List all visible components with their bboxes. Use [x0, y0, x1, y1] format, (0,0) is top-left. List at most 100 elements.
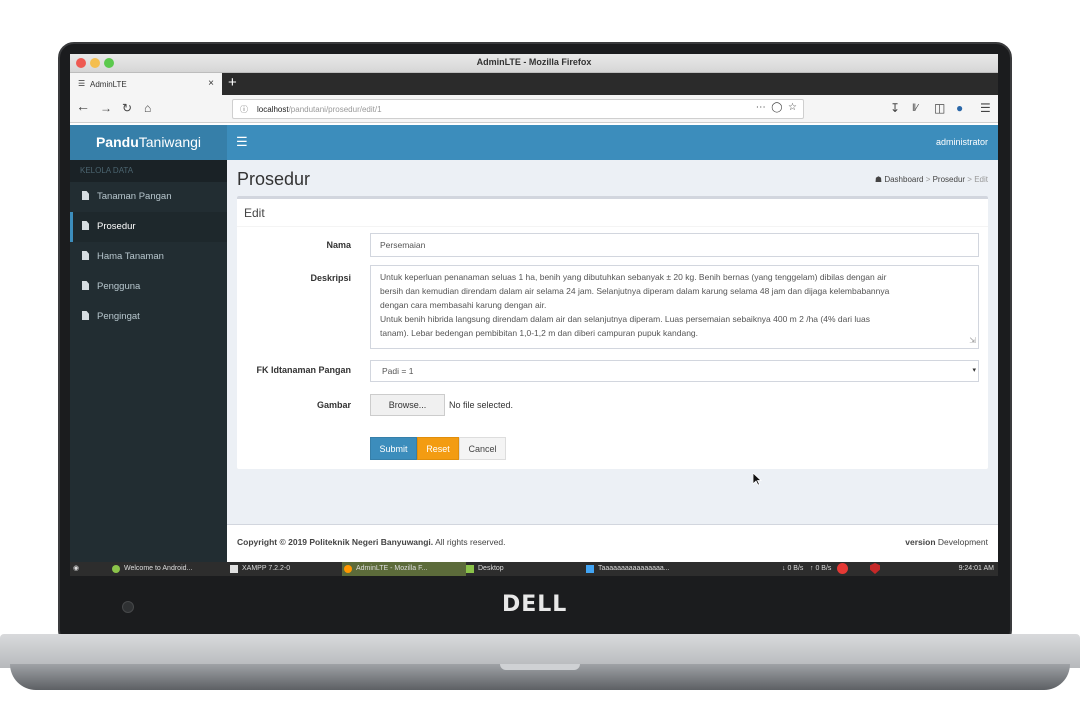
- gambar-label: Gambar: [316, 400, 351, 410]
- tab-bar: ☰ AdminLTE × +: [70, 73, 998, 95]
- file-icon: [82, 221, 89, 230]
- fk-label: FK Idtanaman Pangan: [256, 365, 351, 375]
- chevron-down-icon: ▾: [972, 367, 976, 374]
- reload-icon[interactable]: ↻: [122, 101, 132, 115]
- address-bar[interactable]: ⓘ localhost/pandutani/prosedur/edit/1 ⋯ …: [232, 99, 804, 119]
- taskbar-clock: 9:24:01 AM: [958, 565, 994, 572]
- submit-button[interactable]: Submit: [370, 437, 417, 460]
- box-title: Edit: [244, 206, 265, 220]
- back-icon[interactable]: ←: [76, 98, 90, 114]
- window-title: AdminLTE - Mozilla Firefox: [476, 57, 592, 67]
- deskripsi-line: Untuk keperluan penanaman seluas 1 ha, b…: [380, 272, 887, 282]
- file-icon: [82, 191, 89, 200]
- deskripsi-line: Untuk benih hibrida langsung direndam da…: [380, 314, 870, 324]
- fk-select[interactable]: Padi = 1 ▾: [370, 360, 979, 382]
- page-actions-icon[interactable]: ⋯: [756, 102, 766, 113]
- terminal-icon: [230, 565, 238, 573]
- tab-label: AdminLTE: [90, 80, 127, 89]
- sidebar-item-label: Prosedur: [97, 221, 136, 232]
- folder-icon: [466, 565, 474, 573]
- account-icon[interactable]: ●: [956, 101, 963, 115]
- net-up: ↑ 0 B/s: [810, 565, 832, 572]
- os-taskbar: ◉ Welcome to Android... XAMPP 7.2.2-0 Ad…: [70, 562, 998, 576]
- sidebar-item-pengguna[interactable]: Pengguna: [70, 272, 227, 302]
- laptop-notch: [500, 664, 580, 670]
- url-host: localhost: [257, 105, 289, 114]
- url-path: /pandutani/prosedur/edit/1: [288, 105, 382, 114]
- rights-text: All rights reserved.: [435, 537, 506, 547]
- taskbar-item[interactable]: Welcome to Android...: [110, 562, 192, 576]
- laptop-base: [0, 634, 1080, 668]
- sidebar: KELOLA DATA Tanaman Pangan Prosedur Hama…: [70, 160, 227, 562]
- nama-input[interactable]: Persemaian: [370, 233, 979, 257]
- resize-handle-icon[interactable]: ⇲: [969, 334, 976, 348]
- taskbar-item[interactable]: Desktop: [464, 562, 504, 576]
- sidebar-item-hama-tanaman[interactable]: Hama Tanaman: [70, 242, 227, 272]
- sidebar-item-prosedur[interactable]: Prosedur: [70, 212, 227, 242]
- android-icon: [112, 565, 120, 573]
- adminlte-favicon-icon: ☰: [78, 79, 86, 88]
- sidebar-item-label: Pengguna: [97, 281, 141, 292]
- menu-icon[interactable]: ☰: [980, 101, 991, 115]
- bookmark-star-icon[interactable]: ☆: [788, 102, 797, 113]
- main-footer: Copyright © 2019 Politeknik Negeri Banyu…: [227, 524, 998, 563]
- close-tab-icon[interactable]: ×: [208, 78, 214, 89]
- breadcrumb-edit: Edit: [974, 175, 988, 184]
- browser-tab[interactable]: ☰ AdminLTE ×: [70, 73, 222, 95]
- device-logo: DELL: [502, 592, 568, 617]
- forward-icon[interactable]: →: [100, 101, 112, 115]
- sidebar-item-tanaman-pangan[interactable]: Tanaman Pangan: [70, 182, 227, 212]
- file-icon: [82, 311, 89, 320]
- browse-button[interactable]: Browse...: [370, 394, 445, 416]
- mouse-cursor-icon: [753, 473, 762, 486]
- sidebar-item-pengingat[interactable]: Pengingat: [70, 302, 227, 332]
- dashboard-icon: ☗: [874, 175, 883, 184]
- fk-selected-value: Padi = 1: [382, 366, 414, 376]
- site-info-icon[interactable]: ⓘ: [240, 104, 248, 115]
- document-icon: [586, 565, 594, 573]
- deskripsi-label: Deskripsi: [310, 273, 351, 283]
- download-icon[interactable]: ↧: [890, 101, 900, 115]
- deskripsi-line: dengan cara membasahi karung dengan air.: [380, 300, 547, 310]
- edit-form-box: Edit Nama Persemaian Deskripsi Untuk kep…: [237, 196, 988, 469]
- breadcrumb-prosedur[interactable]: Prosedur: [933, 175, 965, 184]
- home-icon[interactable]: ⌂: [144, 101, 151, 115]
- nama-label: Nama: [326, 240, 351, 250]
- deskripsi-line: tanam). Lebar bedengan pembibitan 1,0-1,…: [380, 328, 699, 338]
- page-title: Prosedur: [237, 169, 311, 189]
- version-value: Development: [937, 537, 988, 547]
- taskbar-item[interactable]: XAMPP 7.2.2-0: [228, 562, 290, 576]
- sidebar-item-label: Tanaman Pangan: [97, 191, 172, 202]
- sidebar-section-header: KELOLA DATA: [70, 160, 227, 182]
- file-icon: [82, 251, 89, 260]
- library-icon[interactable]: ‖⁄: [912, 103, 918, 114]
- deskripsi-textarea[interactable]: Untuk keperluan penanaman seluas 1 ha, b…: [370, 265, 979, 349]
- sidebar-toggle-icon[interactable]: ☰: [236, 134, 248, 150]
- app-logo[interactable]: PanduTaniwangi: [70, 125, 227, 160]
- file-icon: [82, 281, 89, 290]
- taskbar-item[interactable]: Taaaaaaaaaaaaaaaa...: [584, 562, 670, 576]
- user-menu[interactable]: administrator: [936, 137, 988, 147]
- version-label: version: [905, 537, 936, 547]
- sidebar-item-label: Pengingat: [97, 311, 140, 322]
- shield-icon[interactable]: [870, 563, 880, 574]
- cancel-button[interactable]: Cancel: [459, 437, 506, 460]
- start-menu-icon[interactable]: ◉: [73, 562, 79, 576]
- reset-button[interactable]: Reset: [417, 437, 459, 460]
- deskripsi-line: bersih dan kemudian direndam dalam air s…: [380, 286, 890, 296]
- navigation-toolbar: ← → ↻ ⌂ ⓘ localhost/pandutani/prosedur/e…: [70, 95, 998, 123]
- breadcrumb: ☗ Dashboard > Prosedur > Edit: [874, 175, 988, 184]
- breadcrumb-dashboard[interactable]: Dashboard: [884, 175, 923, 184]
- power-icon[interactable]: [837, 563, 848, 574]
- net-down: ↓ 0 B/s: [782, 565, 804, 572]
- window-titlebar: AdminLTE - Mozilla Firefox: [70, 54, 998, 73]
- main-header: PanduTaniwangi ☰ administrator: [70, 125, 998, 160]
- pocket-icon[interactable]: ◯: [771, 102, 782, 113]
- webcam-icon: [122, 601, 134, 613]
- content-wrapper: Prosedur ☗ Dashboard > Prosedur > Edit E…: [227, 160, 998, 524]
- copyright-text: Copyright © 2019 Politeknik Negeri Banyu…: [237, 537, 434, 547]
- firefox-icon: [344, 565, 352, 573]
- sidebar-toggle-icon[interactable]: ◫: [934, 101, 945, 115]
- new-tab-icon[interactable]: +: [228, 74, 237, 91]
- taskbar-item-active[interactable]: AdminLTE - Mozilla F...: [342, 562, 466, 576]
